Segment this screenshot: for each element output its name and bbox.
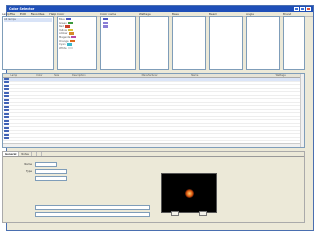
preview-button[interactable]	[171, 211, 179, 216]
color-name: White	[59, 46, 67, 50]
lamp-icon	[3, 119, 9, 122]
tab-extra-2[interactable]	[37, 152, 42, 156]
lamp-icon	[3, 105, 9, 108]
color-name: Cyan	[59, 43, 66, 47]
color-swatch	[67, 46, 73, 50]
color-swatch	[67, 21, 73, 24]
name-field[interactable]	[35, 162, 57, 167]
close-preview-button[interactable]	[199, 211, 207, 216]
long-text-field[interactable]	[35, 205, 150, 210]
detail-form: Name Type	[7, 161, 127, 182]
column-header[interactable]: Lamp	[10, 74, 36, 77]
filter-list-color[interactable]: Blue Green Red Yellow Amber Magenta Oran…	[57, 16, 97, 70]
maximize-button[interactable]	[300, 7, 305, 11]
light-glow-image	[184, 188, 194, 198]
column-header[interactable]: Manufacturer	[141, 74, 191, 77]
color-name: Red	[59, 25, 64, 29]
color-swatch	[69, 39, 75, 42]
results-table: Lamp Color Size Description Manufacturer…	[2, 73, 305, 148]
lamp-icon	[3, 91, 9, 94]
color-swatch	[103, 21, 108, 24]
column-header[interactable]: Description	[72, 74, 142, 77]
color-swatch	[103, 25, 108, 28]
list-item[interactable]	[4, 25, 52, 29]
close-button[interactable]	[306, 7, 311, 11]
filter-list-brand[interactable]	[283, 16, 305, 70]
column-header[interactable]: Color	[36, 74, 54, 77]
filter-list-color-name[interactable]	[100, 16, 136, 70]
filter-list-beam[interactable]	[209, 16, 243, 70]
color-swatch	[66, 43, 72, 46]
minimize-button[interactable]	[294, 7, 299, 11]
color-name: Blue	[59, 18, 65, 22]
form-row	[7, 175, 127, 182]
filter-column-angle: Angle	[246, 12, 280, 70]
tab-notes[interactable]: Notes	[19, 152, 32, 156]
column-header[interactable]: Size	[54, 74, 72, 77]
field-label: Name	[24, 163, 32, 166]
filter-column-beam: Beam	[209, 12, 243, 70]
form-row: Name	[7, 161, 127, 168]
list-item[interactable]: White	[59, 46, 95, 51]
detail-tabs: General Notes	[3, 152, 304, 157]
filter-column-lamp: Lamp All lamps	[2, 12, 54, 70]
type-select[interactable]	[35, 169, 67, 174]
lamp-icon	[3, 98, 9, 101]
tab-general[interactable]: General	[3, 152, 20, 156]
horizontal-scrollbar[interactable]	[3, 143, 300, 147]
filter-column-wattage: Wattage	[139, 12, 169, 70]
lamp-icon	[3, 102, 9, 105]
lamp-icon	[3, 133, 9, 136]
color-swatch	[65, 18, 71, 21]
column-header[interactable]: Wattage	[275, 74, 295, 77]
lamp-icon	[3, 84, 9, 87]
filter-column-base: Base	[172, 12, 206, 70]
lamp-icon	[3, 130, 9, 133]
column-header[interactable]: Name	[191, 74, 275, 77]
filter-column-brand: Brand	[283, 12, 305, 70]
list-item[interactable]	[102, 25, 134, 29]
lamp-icon	[3, 137, 9, 140]
lamp-icon	[3, 112, 9, 115]
field-label: Type	[26, 170, 32, 173]
detail-panel: General Notes Name Type	[2, 151, 305, 223]
form-row: Type	[7, 168, 127, 175]
filter-list-angle[interactable]	[246, 16, 280, 70]
color-swatch	[103, 18, 108, 21]
lamp-icon	[3, 88, 9, 91]
form-row	[7, 204, 157, 211]
detail-long-fields	[7, 204, 157, 218]
column-header[interactable]	[3, 74, 10, 77]
table-body	[3, 77, 304, 141]
long-text-field[interactable]	[35, 212, 150, 217]
table-row[interactable]	[3, 137, 304, 141]
lamp-icon	[3, 77, 9, 80]
color-swatch	[67, 28, 73, 32]
vertical-scrollbar[interactable]	[300, 74, 304, 147]
row-icon-cell	[3, 137, 10, 140]
lamp-icon	[3, 109, 9, 112]
filter-list-base[interactable]	[172, 16, 206, 70]
color-swatch	[64, 25, 70, 28]
filter-list-lamp[interactable]: All lamps	[2, 16, 54, 70]
filter-column-color: Color Blue Green Red Yellow Amber Magent…	[57, 12, 97, 70]
color-preview	[161, 173, 217, 213]
filter-panel: Lamp All lamps Color Blue Green Red Yell…	[2, 12, 305, 70]
lamp-icon	[3, 95, 9, 98]
lamp-icon	[3, 116, 9, 119]
option-select[interactable]	[35, 176, 67, 181]
lamp-icon	[3, 81, 9, 84]
lamp-icon	[3, 126, 9, 129]
filter-column-color-name: Color name	[100, 12, 136, 70]
lamp-icon	[3, 123, 9, 126]
color-swatch	[68, 32, 74, 35]
window-title: Color Selector	[9, 7, 35, 11]
form-row	[7, 211, 157, 218]
filter-list-wattage[interactable]	[139, 16, 169, 70]
color-swatch	[71, 35, 77, 39]
